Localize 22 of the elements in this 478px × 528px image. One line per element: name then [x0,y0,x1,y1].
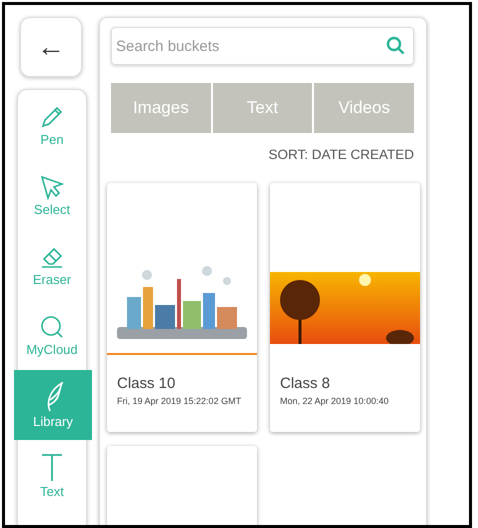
category-tab[interactable]: Text [212,83,312,133]
back-button[interactable]: ← [20,17,82,77]
tool-button[interactable]: Pen [18,90,86,160]
search-field[interactable]: Search buckets [111,27,414,65]
tool-button[interactable]: MyCloud [18,300,86,370]
search-icon [386,36,406,56]
magnifier-icon [39,314,65,340]
bucket-title: Class 8 [280,375,332,392]
tool-button[interactable]: Text [18,440,86,510]
bucket-date: Fri, 19 Apr 2019 15:22:02 GMT [117,395,242,407]
bucket-title: Class 10 [117,375,176,392]
category-tab[interactable]: Images [111,83,211,133]
bucket-date: Mon, 22 Apr 2019 10:00:40 [280,395,390,407]
tool-button[interactable]: Select [18,160,86,230]
tool-button[interactable]: Eraser [18,230,86,300]
bucket-card[interactable]: Class 8 Mon, 22 Apr 2019 10:00:40 [270,183,420,432]
bucket-card[interactable]: Class 10 Fri, 19 Apr 2019 15:22:02 GMT [107,183,257,432]
cursor-icon [39,174,65,200]
sort-label[interactable]: SORT: DATE CREATED [268,147,414,162]
text-icon [39,452,65,482]
tool-button[interactable]: Library [14,370,92,440]
category-tab[interactable]: Videos [314,83,414,133]
